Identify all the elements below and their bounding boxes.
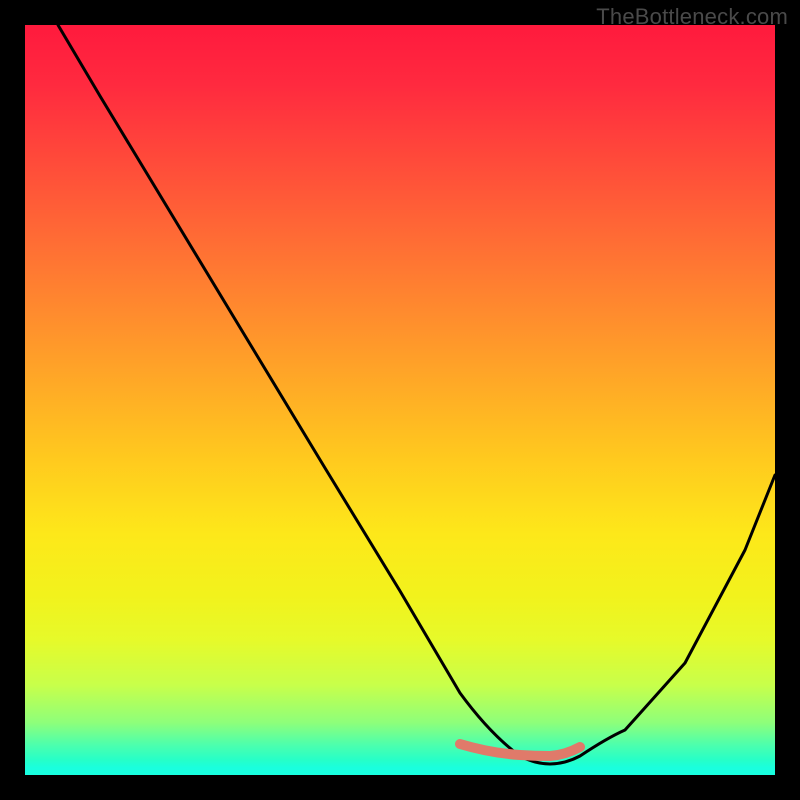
valley-marker [460, 744, 580, 756]
watermark-text: TheBottleneck.com [596, 4, 788, 30]
curve-line [58, 25, 775, 764]
plot-area [25, 25, 775, 775]
chart-svg [25, 25, 775, 775]
chart-container: TheBottleneck.com [0, 0, 800, 800]
